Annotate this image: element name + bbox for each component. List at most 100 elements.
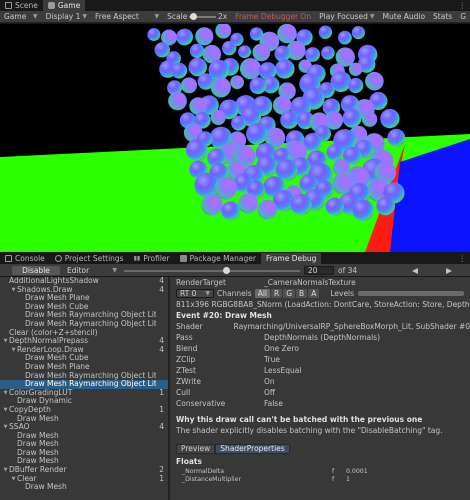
- aspect-dropdown[interactable]: Free Aspect ▼: [91, 11, 163, 23]
- mute-audio-toggle[interactable]: Mute Audio: [379, 11, 429, 23]
- frame-debugger-toggle[interactable]: Frame Debugger On: [231, 11, 315, 23]
- tree-item[interactable]: AdditionalLightsShadow 4: [0, 277, 168, 286]
- more-options-icon[interactable]: ⋮: [455, 1, 470, 10]
- tree-item-count: 1: [159, 387, 164, 397]
- event-index-field[interactable]: 20: [304, 265, 334, 275]
- tree-item[interactable]: ▼ DBuffer Render 2: [0, 465, 168, 475]
- tab-frame-debug[interactable]: Frame Debug: [260, 253, 322, 264]
- tree-item[interactable]: ▼ SSAO 4: [0, 422, 168, 432]
- chevron-down-icon: ▼: [82, 13, 88, 20]
- display-mode-dropdown[interactable]: Game ▼: [0, 11, 42, 23]
- tree-item[interactable]: Clear (color+Z+stencil): [0, 329, 168, 338]
- sphere: [239, 58, 262, 80]
- tree-item[interactable]: Draw Dynamic: [0, 397, 168, 406]
- tree-item[interactable]: Draw Mesh: [0, 483, 168, 492]
- render-target-value: _CameraNormalsTexture: [264, 278, 356, 287]
- tree-item[interactable]: Draw Mesh Cube: [0, 303, 168, 312]
- sphere: [257, 199, 278, 220]
- tree-item[interactable]: Draw Mesh: [0, 432, 168, 441]
- tree-item[interactable]: ▼ DepthNormalPrepass 4: [0, 337, 168, 346]
- tab-game[interactable]: Game: [42, 0, 86, 11]
- tab-scene[interactable]: Scene: [0, 0, 43, 11]
- tree-item-label: Draw Mesh: [17, 448, 59, 457]
- event-slider-handle[interactable]: [223, 266, 231, 274]
- tab-shader-properties[interactable]: ShaderProperties: [215, 443, 290, 454]
- tab-package-manager[interactable]: Package Manager: [175, 253, 261, 264]
- channel-row: RT 0 ▼ Channels All R G B A Levels: [176, 288, 470, 299]
- gizmos-toggle[interactable]: G: [456, 11, 470, 23]
- tree-item[interactable]: ▼ RenderLoop.Draw 4: [0, 344, 168, 355]
- tree-item[interactable]: Draw Mesh: [0, 457, 168, 466]
- tree-item[interactable]: Draw Mesh: [0, 440, 168, 449]
- tree-item[interactable]: Draw Mesh Raymarching Object Lit: [0, 372, 168, 381]
- more-options-icon[interactable]: ⋮: [455, 254, 470, 263]
- rt-select[interactable]: RT 0 ▼: [176, 289, 214, 298]
- sphere: [210, 109, 226, 126]
- tree-item[interactable]: Draw Mesh Raymarching Object Lit (1): [0, 311, 168, 320]
- sphere: [171, 62, 188, 79]
- property-row: Pass DepthNormals (DepthNormals): [176, 332, 470, 343]
- tree-item[interactable]: Draw Mesh Cube: [0, 354, 168, 363]
- channel-a-button[interactable]: A: [308, 289, 320, 298]
- tree-item[interactable]: Draw Mesh Raymarching Object Lit: [0, 320, 168, 329]
- scale-slider[interactable]: [189, 12, 216, 20]
- tree-item[interactable]: ▼ Clear 1: [0, 474, 168, 484]
- tree-item[interactable]: Draw Mesh Plane: [0, 363, 168, 372]
- channel-g-button[interactable]: G: [283, 289, 296, 298]
- channel-all-button[interactable]: All: [254, 289, 271, 298]
- tree-item-label: Draw Mesh Cube: [25, 354, 89, 363]
- batch-reason-row: The shader explicitly disables batching …: [176, 425, 470, 436]
- tree-item[interactable]: Draw Mesh Raymarching Object Lit (1): [0, 380, 168, 389]
- sphere: [168, 91, 187, 111]
- tree-item-label: Draw Mesh Cube: [25, 302, 89, 311]
- sphere: [318, 25, 333, 39]
- frame-debug-toolbar: Disable Editor ▼ 20 of 34 ◀ ▶: [0, 264, 470, 276]
- tab-project-settings[interactable]: Project Settings: [50, 253, 129, 264]
- tree-item[interactable]: Draw Mesh: [0, 415, 168, 424]
- scale-label: Scale: [167, 12, 188, 21]
- expand-arrow-icon[interactable]: ▼: [10, 286, 17, 295]
- event-slider[interactable]: [124, 266, 300, 275]
- tree-item[interactable]: ▼ ColorGradingLUT 1: [0, 387, 168, 398]
- scale-control: Scale 2x: [163, 11, 231, 23]
- previous-event-icon[interactable]: ◀: [400, 266, 430, 275]
- disable-button[interactable]: Disable: [12, 265, 60, 275]
- event-total: of 34: [338, 265, 358, 275]
- tab-console[interactable]: Console: [0, 253, 50, 264]
- property-key: ZTest: [176, 366, 196, 375]
- sphere: [352, 199, 374, 221]
- expand-arrow-icon[interactable]: ▼: [2, 423, 9, 432]
- tree-item[interactable]: Draw Mesh: [0, 449, 168, 458]
- sphere: [274, 45, 291, 62]
- game-viewport[interactable]: [0, 24, 470, 252]
- tree-item-count: 4: [159, 344, 164, 354]
- play-mode-dropdown[interactable]: Play Focused ▼: [315, 11, 378, 23]
- next-event-icon[interactable]: ▶: [434, 266, 464, 275]
- tab-preview[interactable]: Preview: [176, 443, 216, 454]
- tree-item[interactable]: ▼ Shadows.Draw 4: [0, 285, 168, 295]
- channel-b-button[interactable]: B: [296, 289, 308, 298]
- format-line: 811x396 RGBG8BA8_SNorm (LoadAction: Dont…: [176, 300, 470, 309]
- channel-r-button[interactable]: R: [271, 289, 283, 298]
- sphere: [365, 71, 384, 91]
- sphere: [338, 30, 352, 45]
- tab-profiler[interactable]: ▮▮ Profiler: [129, 253, 175, 264]
- expand-arrow-icon[interactable]: ▼: [10, 346, 17, 355]
- expand-arrow-icon[interactable]: ▼: [2, 389, 9, 398]
- property-value: Raymarching/UniversalRP_SphereBoxMorph_L…: [233, 322, 470, 331]
- profiler-icon: ▮▮: [133, 255, 141, 262]
- expand-arrow-icon[interactable]: ▼: [2, 466, 9, 475]
- expand-arrow-icon[interactable]: ▼: [10, 475, 17, 484]
- tree-item[interactable]: Draw Mesh Plane: [0, 294, 168, 303]
- sphere: [238, 193, 258, 214]
- target-dropdown[interactable]: Editor ▼: [64, 265, 120, 275]
- display-dropdown[interactable]: Display 1 ▼: [42, 11, 91, 23]
- property-row: ZClip True: [176, 354, 470, 365]
- expand-arrow-icon[interactable]: ▼: [2, 337, 9, 346]
- stats-toggle[interactable]: Stats: [429, 11, 456, 23]
- tree-item[interactable]: ▼ CopyDepth 1: [0, 405, 168, 415]
- expand-arrow-icon[interactable]: ▼: [2, 406, 9, 415]
- levels-slider[interactable]: [358, 291, 464, 296]
- sphere: [222, 40, 237, 56]
- scale-slider-handle[interactable]: [190, 12, 198, 20]
